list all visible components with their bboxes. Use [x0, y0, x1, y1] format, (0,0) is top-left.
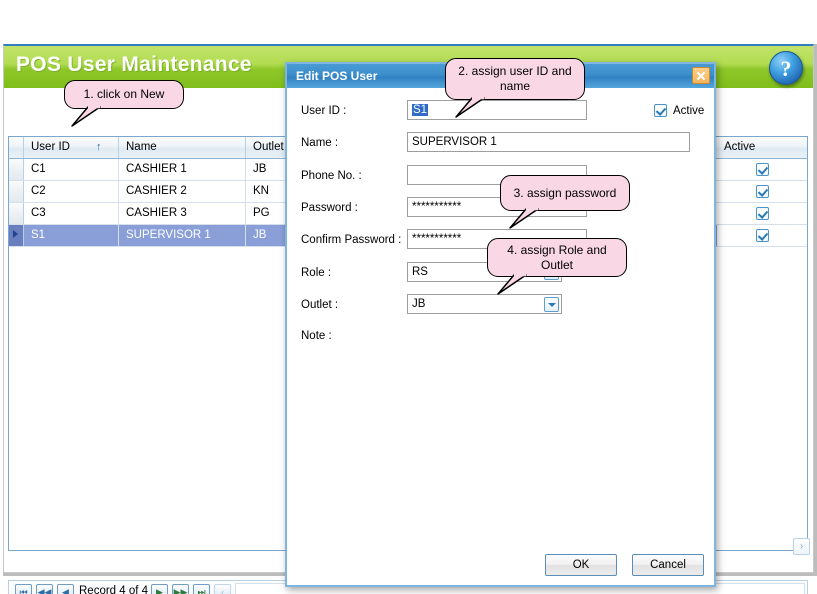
cell-active — [717, 203, 807, 224]
last-record-button[interactable]: ⏭ — [193, 584, 210, 594]
first-record-button[interactable]: ⏮ — [15, 584, 32, 594]
column-header-active[interactable]: Active — [717, 137, 807, 158]
cell-name: CASHIER 1 — [119, 159, 246, 180]
callout-step-2: 2. assign user ID and name — [445, 58, 585, 100]
active-checkbox[interactable] — [756, 207, 769, 220]
cell-name: CASHIER 2 — [119, 181, 246, 202]
active-checkbox[interactable] — [756, 229, 769, 242]
phone-label: Phone No. : — [301, 170, 362, 182]
callout-step-3-tail — [506, 208, 540, 230]
previous-record-button[interactable]: ◀ — [57, 584, 74, 594]
row-selector[interactable] — [9, 159, 24, 180]
cell-active — [717, 225, 807, 246]
column-header-name[interactable]: Name — [119, 137, 246, 158]
callout-step-4-tail — [494, 274, 528, 296]
current-row-indicator-icon — [13, 230, 18, 238]
cell-name: SUPERVISOR 1 — [119, 225, 246, 246]
cell-active — [717, 181, 807, 202]
scroll-left-button[interactable]: ‹ — [214, 584, 231, 594]
user-id-input[interactable]: S1 — [407, 100, 587, 120]
screen-root: POS User Maintenance New Edit Delete Re … — [0, 0, 817, 594]
callout-step-2-tail — [452, 97, 486, 119]
confirm-password-label: Confirm Password : — [301, 234, 402, 246]
row-selector[interactable] — [9, 181, 24, 202]
ok-button[interactable]: OK — [545, 554, 617, 576]
callout-step-3: 3. assign password — [500, 175, 630, 211]
user-id-label: User ID : — [301, 105, 347, 117]
close-icon[interactable] — [692, 67, 710, 84]
column-header-user-id[interactable]: User ID ↑ — [24, 137, 119, 158]
active-checkbox[interactable] — [654, 104, 667, 117]
cell-user-id: C3 — [24, 203, 119, 224]
record-count-label: Record 4 of 4 — [79, 585, 149, 594]
help-icon[interactable] — [769, 51, 803, 85]
note-label: Note : — [301, 330, 332, 342]
password-label: Password : — [301, 202, 358, 214]
column-header-user-id-label: User ID — [31, 141, 70, 153]
outlet-label: Outlet : — [301, 299, 339, 311]
row-selector[interactable] — [9, 225, 24, 246]
cell-user-id: C1 — [24, 159, 119, 180]
callout-step-1-tail — [68, 106, 102, 128]
cell-user-id: C2 — [24, 181, 119, 202]
callout-step-4: 4. assign Role and Outlet — [487, 238, 627, 277]
previous-page-button[interactable]: ◀◀ — [36, 584, 53, 594]
dialog-title-label: Edit POS User — [296, 69, 378, 83]
cancel-button[interactable]: Cancel — [632, 554, 704, 576]
active-checkbox[interactable] — [756, 163, 769, 176]
grid-corner-cell — [9, 137, 24, 158]
callout-step-1: 1. click on New — [64, 80, 184, 109]
active-label: Active — [673, 105, 705, 117]
name-input[interactable]: SUPERVISOR 1 — [407, 132, 690, 152]
cell-name: CASHIER 3 — [119, 203, 246, 224]
role-label: Role : — [301, 267, 332, 279]
next-record-button[interactable]: ▶ — [151, 584, 168, 594]
edit-pos-user-dialog: Edit POS User User ID : S1 Active Name :… — [285, 62, 716, 587]
name-label: Name : — [301, 137, 339, 149]
outlet-value: JB — [412, 298, 426, 310]
active-checkbox[interactable] — [756, 185, 769, 198]
row-selector[interactable] — [9, 203, 24, 224]
sort-ascending-icon: ↑ — [96, 141, 102, 153]
page-title: POS User Maintenance — [16, 53, 252, 76]
user-id-value: S1 — [412, 104, 429, 116]
chevron-down-icon[interactable] — [544, 297, 559, 312]
cell-user-id: S1 — [24, 225, 119, 246]
scroll-right-button[interactable]: › — [793, 538, 810, 555]
role-value: RS — [412, 266, 428, 278]
outlet-dropdown[interactable]: JB — [407, 294, 562, 314]
cell-active — [717, 159, 807, 180]
next-page-button[interactable]: ▶▶ — [172, 584, 189, 594]
